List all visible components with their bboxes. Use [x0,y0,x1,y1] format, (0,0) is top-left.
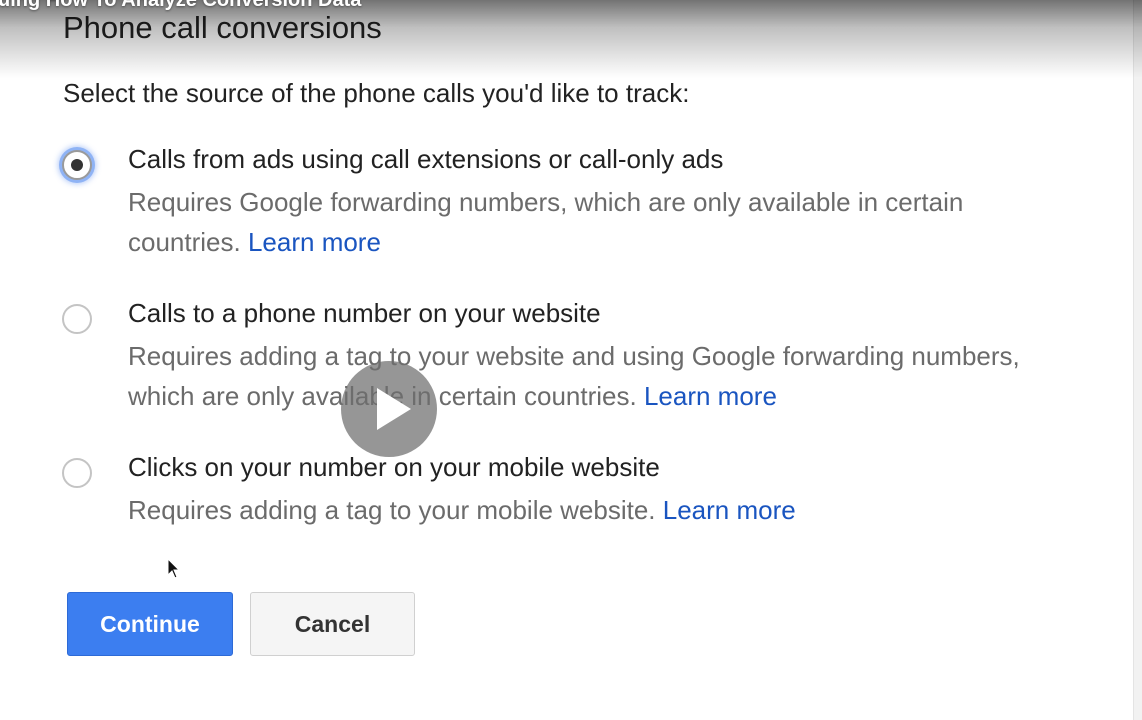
dialog-title: Phone call conversions [63,10,382,45]
source-prompt: Select the source of the phone calls you… [63,78,690,108]
option-description: Requires adding a tag to your mobile web… [128,490,1078,530]
option-description: Requires Google forwarding numbers, whic… [128,182,1078,262]
mouse-pointer-icon [167,558,181,579]
option-description-text: Requires adding a tag to your mobile web… [128,495,656,525]
cancel-button[interactable]: Cancel [250,592,415,656]
radio-calls-from-ads[interactable] [62,150,92,180]
video-play-button[interactable] [341,361,437,457]
continue-button[interactable]: Continue [67,592,233,656]
scrollbar[interactable] [1133,0,1142,720]
learn-more-link[interactable]: Learn more [663,495,796,525]
option-description-text: Requires adding a tag to your website an… [128,341,1020,411]
radio-mobile-number-clicks[interactable] [62,458,92,488]
option-title: Calls from ads using call extensions or … [128,144,724,174]
option-title: Calls to a phone number on your website [128,298,601,328]
option-description: Requires adding a tag to your website an… [128,336,1078,416]
radio-calls-to-website-number[interactable] [62,304,92,334]
video-title: uing How To Analyze Conversion Data [0,0,362,11]
learn-more-link[interactable]: Learn more [644,381,777,411]
play-icon [377,388,411,430]
learn-more-link[interactable]: Learn more [248,227,381,257]
